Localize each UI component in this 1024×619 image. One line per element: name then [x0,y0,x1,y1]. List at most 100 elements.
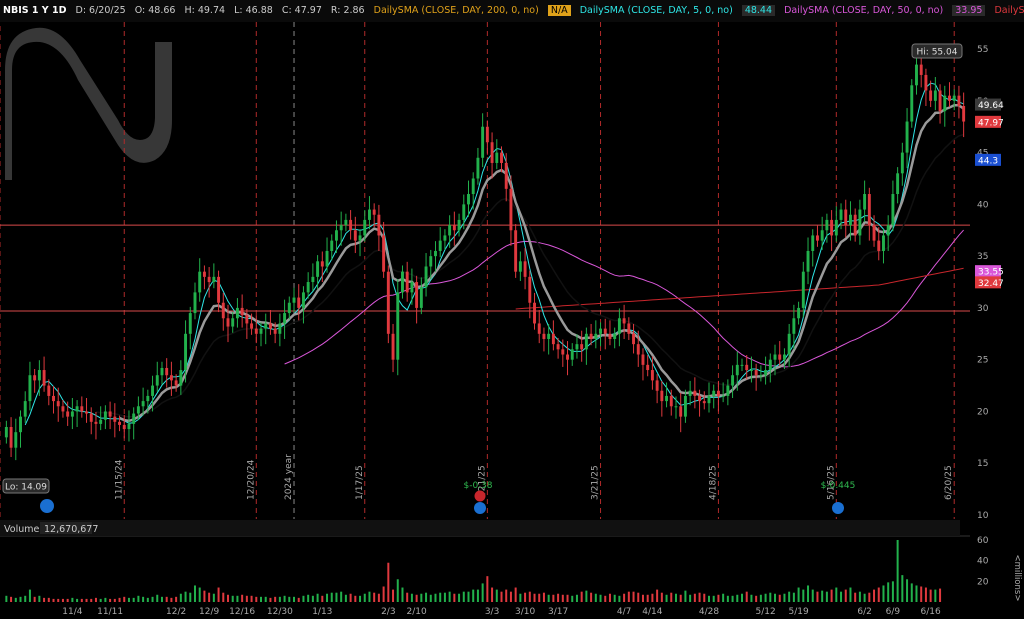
candle-body [165,367,169,376]
candle-body [740,364,744,366]
info-icon[interactable] [832,502,844,514]
volume-bar [52,598,55,602]
hi-bubble: Hi: 55.04 [911,43,963,59]
candle-body [646,364,650,371]
volume-bar [920,586,923,602]
volume-bar [594,593,597,602]
volume-bar [641,594,644,602]
sma200-study-label[interactable]: DailySMA (CLOSE, DAY, 200, 0, no) [374,5,539,16]
date-marker-label: 4/18/25 [708,465,718,500]
candle-body [268,323,272,329]
candle-body [118,421,121,425]
time-tick-label: 2/3 [381,607,395,617]
volume-bar [330,592,333,602]
volume-bar [396,579,399,602]
candle-body [212,276,216,283]
candle-body [792,318,796,334]
price-tick-label: 30 [977,304,989,314]
candle-body [858,209,862,236]
sma5-price-tag: 49.64 [978,101,1004,111]
sma5-study-label[interactable]: DailySMA (CLOSE, DAY, 5, 0, no) [580,5,733,16]
info-icon[interactable] [40,499,54,513]
candle-body [481,126,485,158]
candle-body [749,370,753,372]
candle-body [169,375,173,381]
candle-body [867,194,871,226]
volume-bar [566,594,569,602]
candle-body [547,333,551,339]
volume-bar [924,587,927,602]
volume-bar [193,585,196,602]
candle-body [438,240,442,251]
candle-body [14,432,18,448]
volume-bar [208,592,211,602]
volume-bar [896,540,899,602]
event-2-dividend: $-0.445 [821,481,856,491]
candle [386,265,390,344]
volume-bar [816,591,819,602]
chart-svg: 11/15/24 12/20/24 2024 year 1/17/25 2/21/25 3… [0,0,1024,619]
candle-body [103,411,107,420]
volume-bar [533,593,536,602]
sma-red-study-label[interactable]: DailySMA (CLOSE, DA [994,5,1024,16]
volume-bar [467,591,470,602]
volume-bar [189,592,192,602]
candle-body [457,219,461,231]
candle-body [773,354,777,360]
candle-body [778,354,782,360]
volume-bar [231,595,234,602]
candle-body [787,333,791,355]
earnings-icon[interactable] [474,490,486,502]
candle-body [184,333,188,371]
volume-bar [792,592,795,602]
candle-body [344,219,348,226]
price-tick-label: 35 [977,252,988,262]
candle-body [363,219,367,236]
ema-price-tag: 44.3 [978,156,998,166]
range-label: R: 2.86 [330,5,365,16]
volume-bar [481,583,484,602]
candle-body [518,261,522,272]
candle-body [655,380,659,391]
volume-bar [179,593,182,602]
candle-body [297,297,301,308]
candle-body [325,250,329,267]
candle-body [924,74,928,91]
time-tick-label: 12/16 [229,607,255,617]
candle-body [405,271,409,293]
volume-bar [245,595,248,602]
volume-bar [170,597,173,602]
candle-body [231,318,235,327]
candle-body [254,328,258,334]
volume-bar [434,593,437,602]
candle-body [174,380,178,386]
candle-body [141,401,145,407]
candle-body [339,225,343,231]
sma50-study-label[interactable]: DailySMA (CLOSE, DAY, 50, 0, no) [784,5,943,16]
volume-bar [821,590,824,602]
volume-bar [165,596,168,602]
candle-body [23,401,27,417]
candle-body [561,349,565,355]
candle-body [160,367,164,376]
candle-body [311,276,315,283]
date-label: D: 6/20/25 [75,5,126,16]
candle-body [820,230,824,241]
date-marker-label: 1/17/25 [355,465,365,500]
candle-body [566,354,569,360]
candle-body [768,359,772,371]
candle [910,79,914,128]
volume-bar [528,591,531,602]
time-tick-label: 4/14 [642,607,662,617]
candle-body [108,411,112,417]
sma200-study-value: N/A [547,5,571,16]
volume-title: Volume [4,524,39,535]
volume-bar [849,587,852,602]
symbol-label[interactable]: NBIS 1 Y 1D [3,5,66,16]
candle-body [353,230,357,241]
candle-body [533,302,536,324]
candle-body [782,354,786,360]
candle-body [580,344,584,350]
candle-body [28,375,32,402]
info-icon[interactable] [474,502,486,514]
